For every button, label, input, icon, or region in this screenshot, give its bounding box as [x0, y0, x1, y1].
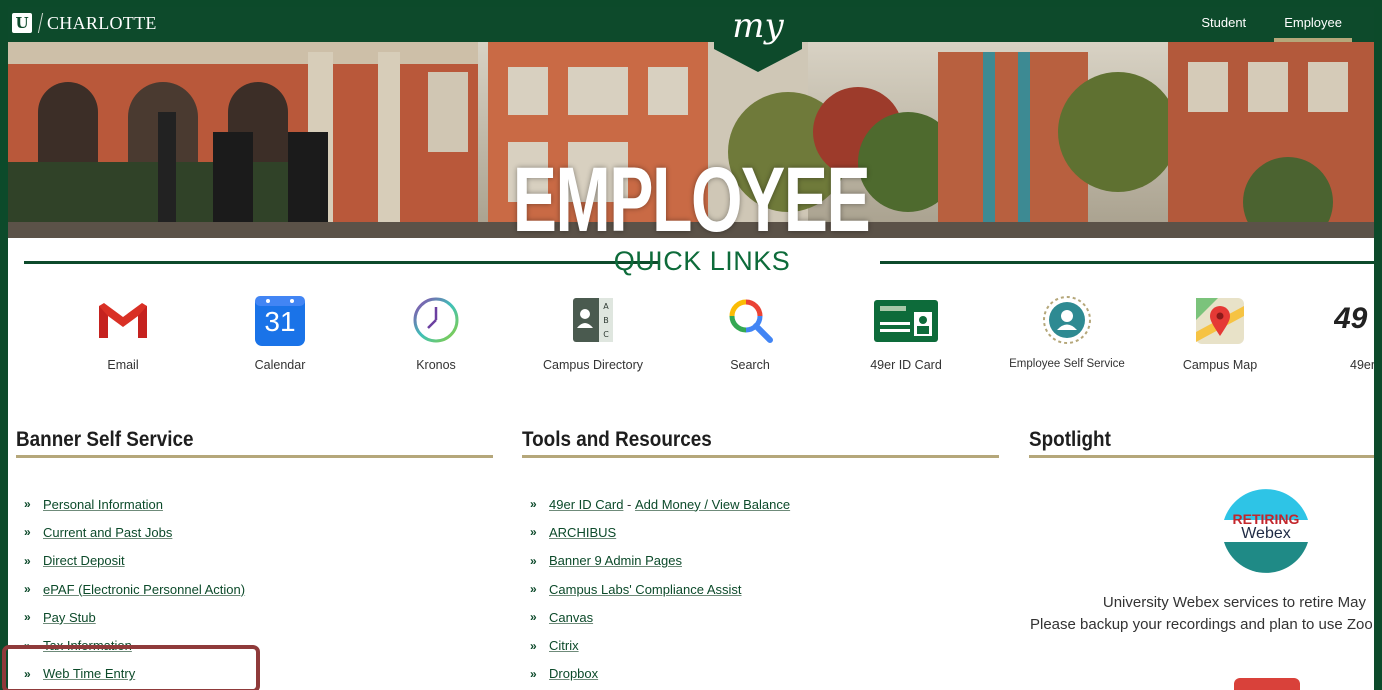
- tab-employee[interactable]: Employee: [1274, 7, 1352, 42]
- svg-text:C: C: [603, 330, 609, 339]
- quick-link-label: Search: [730, 358, 770, 372]
- chevron-right-icon: »: [24, 582, 31, 597]
- svg-text:B: B: [603, 316, 609, 325]
- chevron-right-icon: »: [530, 666, 537, 681]
- id-card-icon: [872, 292, 940, 348]
- tools-resources-list: » 49er ID Card - Add Money / View Balance…: [530, 490, 790, 688]
- clock-icon: [408, 292, 464, 348]
- role-tabs: Student Employee: [1173, 7, 1352, 42]
- quick-link-email[interactable]: Email: [48, 292, 198, 372]
- quick-link-label: Kronos: [416, 358, 456, 372]
- gmail-icon: [95, 292, 151, 348]
- chevron-right-icon: »: [530, 638, 537, 653]
- chevron-right-icon: »: [530, 497, 537, 512]
- spotlight-title: Spotlight: [1029, 428, 1111, 451]
- unc-charlotte-logo-icon: U: [12, 13, 32, 33]
- niner-logo-icon: 49: [1334, 292, 1374, 348]
- quick-link-label: Calendar: [254, 358, 306, 372]
- tab-student[interactable]: Student: [1191, 7, 1256, 42]
- chevron-right-icon: »: [530, 582, 537, 597]
- webex-label: Webex: [1241, 525, 1291, 542]
- list-item: » Dropbox: [530, 660, 790, 688]
- top-bar: U CHARLOTTE Student Employee: [8, 7, 1374, 42]
- quick-links-title: QUICK LINKS: [613, 246, 791, 276]
- tools-resources-rule: [522, 455, 999, 458]
- calendar-day-number: 31: [264, 306, 296, 337]
- link-pay-stub[interactable]: Pay Stub: [43, 610, 96, 625]
- link-current-past-jobs[interactable]: Current and Past Jobs: [43, 525, 172, 540]
- directory-icon: A B C: [565, 292, 621, 348]
- spotlight-rule: [1029, 455, 1374, 458]
- link-canvas[interactable]: Canvas: [549, 610, 593, 625]
- chevron-right-icon: »: [24, 525, 31, 540]
- link-dropbox[interactable]: Dropbox: [549, 666, 598, 681]
- quick-link-calendar[interactable]: 31 Calendar: [205, 292, 355, 372]
- chevron-right-icon: »: [24, 553, 31, 568]
- map-pin-icon: [1192, 292, 1248, 348]
- my-portal-badge[interactable]: my: [714, 7, 802, 72]
- calendar-preview-icon: [1234, 678, 1300, 690]
- chevron-right-icon: »: [24, 610, 31, 625]
- link-personal-information[interactable]: Personal Information: [43, 497, 163, 512]
- search-icon: [722, 292, 778, 348]
- banner-self-service-title: Banner Self Service: [16, 428, 194, 451]
- quick-link-label: 49er: [1350, 358, 1374, 372]
- link-archibus[interactable]: ARCHIBUS: [549, 525, 616, 540]
- my-logo-text: my: [732, 6, 784, 46]
- list-item: » ePAF (Electronic Personnel Action): [24, 575, 245, 603]
- quick-link-label: Employee Self Service: [1009, 358, 1125, 370]
- quick-link-employee-self-service[interactable]: Employee Self Service: [992, 292, 1142, 370]
- list-item: » ARCHIBUS: [530, 518, 790, 546]
- brand-name: CHARLOTTE: [47, 12, 157, 33]
- list-item: » 49er ID Card - Add Money / View Balance: [530, 490, 790, 518]
- list-item: » Pay Stub: [24, 603, 245, 631]
- spotlight-line-1: University Webex services to retire May: [1102, 594, 1366, 611]
- niner-logo-text: 49: [1334, 302, 1368, 335]
- quick-link-kronos[interactable]: Kronos: [361, 292, 511, 372]
- link-add-money-view-balance[interactable]: Add Money / View Balance: [635, 497, 790, 512]
- calendar-icon: 31: [252, 292, 308, 348]
- link-epaf[interactable]: ePAF (Electronic Personnel Action): [43, 582, 245, 597]
- link-citrix[interactable]: Citrix: [549, 638, 579, 653]
- spotlight-line-2: Please backup your recordings and plan t…: [1030, 616, 1372, 633]
- list-item: » Personal Information: [24, 490, 245, 518]
- quick-links-row: Email 31 Calendar Kronos A B C Campus Di…: [0, 292, 1382, 382]
- quick-link-campus-directory[interactable]: A B C Campus Directory: [518, 292, 668, 372]
- quick-link-id-card[interactable]: 49er ID Card: [831, 292, 981, 372]
- quick-link-search[interactable]: Search: [675, 292, 825, 372]
- chevron-right-icon: »: [24, 497, 31, 512]
- employee-self-service-icon: [1039, 292, 1095, 348]
- quick-link-campus-map[interactable]: Campus Map: [1145, 292, 1295, 372]
- list-item: » Campus Labs' Compliance Assist: [530, 575, 790, 603]
- list-item: » Canvas: [530, 603, 790, 631]
- quick-links-header: QUICK LINKS: [24, 243, 1380, 281]
- quick-link-label: Email: [107, 358, 139, 372]
- hero-title: EMPLOYEE: [512, 149, 871, 238]
- chevron-right-icon: »: [530, 610, 537, 625]
- link-direct-deposit[interactable]: Direct Deposit: [43, 553, 125, 568]
- list-item: » Direct Deposit: [24, 547, 245, 575]
- quick-link-label: Campus Map: [1182, 358, 1258, 372]
- quick-link-49er[interactable]: 49 49er: [1296, 292, 1374, 372]
- chevron-right-icon: »: [530, 525, 537, 540]
- chevron-right-icon: »: [530, 553, 537, 568]
- link-banner-9-admin[interactable]: Banner 9 Admin Pages: [549, 553, 682, 568]
- svg-text:A: A: [603, 302, 609, 311]
- tools-resources-title: Tools and Resources: [522, 428, 712, 451]
- list-item: » Banner 9 Admin Pages: [530, 547, 790, 575]
- brand-separator: [37, 13, 44, 33]
- link-campus-labs[interactable]: Campus Labs' Compliance Assist: [549, 582, 742, 597]
- web-time-entry-highlight: [2, 645, 260, 690]
- list-item: » Current and Past Jobs: [24, 518, 245, 546]
- banner-self-service-rule: [16, 455, 493, 458]
- quick-link-label: Campus Directory: [542, 358, 644, 372]
- brand[interactable]: U CHARLOTTE: [12, 12, 157, 34]
- hero-banner: EMPLOYEE: [8, 42, 1374, 238]
- link-separator: -: [623, 496, 635, 512]
- quick-link-label: 49er ID Card: [870, 358, 942, 372]
- link-49er-id-card[interactable]: 49er ID Card: [549, 497, 623, 512]
- list-item: » Citrix: [530, 631, 790, 659]
